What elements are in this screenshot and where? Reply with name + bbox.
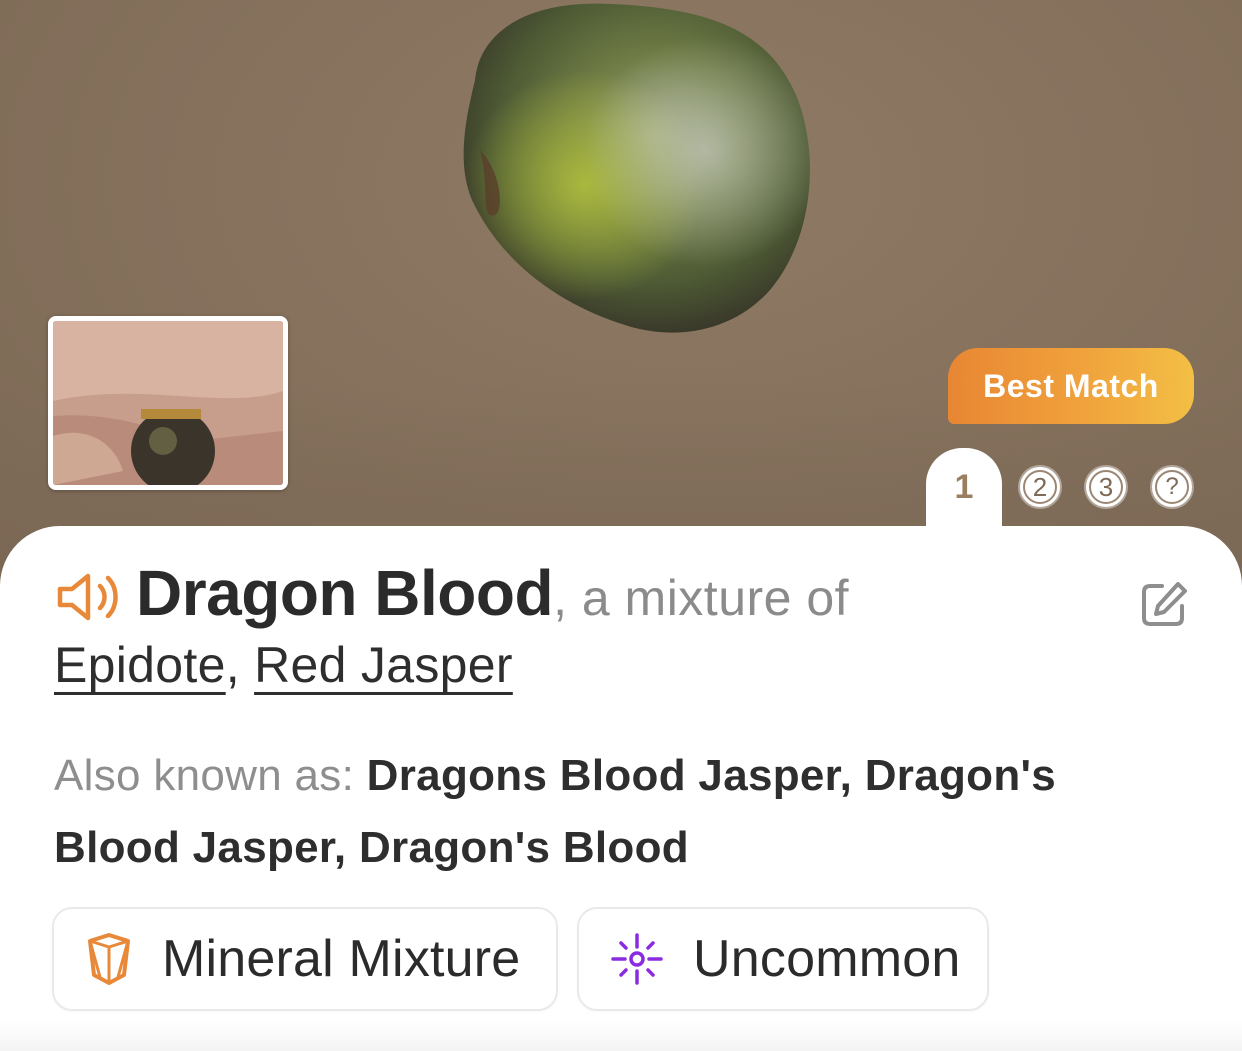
category-chip-label: Mineral Mixture: [162, 930, 521, 988]
aka-label: Also known as:: [54, 751, 355, 800]
edit-icon[interactable]: [1138, 578, 1190, 630]
result-pager: 1 2 3 ?: [0, 0, 1242, 600]
rarity-chip-label: Uncommon: [693, 930, 961, 988]
rarity-chip[interactable]: Uncommon: [577, 907, 989, 1011]
also-known-as: Also known as: Dragons Blood Jasper, Dra…: [54, 740, 1184, 884]
crystal-icon: [88, 933, 130, 985]
sparkle-icon: [611, 933, 663, 985]
title-line: Dragon Blood , a mixture of: [54, 556, 1114, 634]
specimen-name: Dragon Blood: [136, 557, 554, 629]
page-dot-2[interactable]: 2: [1020, 467, 1060, 507]
result-title: Dragon Blood , a mixture of Epidote, Red…: [54, 556, 1114, 694]
mixture-phrase: , a mixture of: [553, 570, 850, 626]
component-link-red-jasper[interactable]: Red Jasper: [254, 637, 513, 693]
bottom-fade: [0, 1020, 1242, 1051]
page-dot-help[interactable]: ?: [1152, 467, 1192, 507]
component-link-epidote[interactable]: Epidote: [54, 637, 226, 693]
component-list: Epidote, Red Jasper: [54, 636, 1114, 694]
page-dot-3[interactable]: 3: [1086, 467, 1126, 507]
category-chip[interactable]: Mineral Mixture: [52, 907, 558, 1011]
component-separator: ,: [225, 637, 240, 693]
speaker-icon[interactable]: [54, 570, 120, 624]
